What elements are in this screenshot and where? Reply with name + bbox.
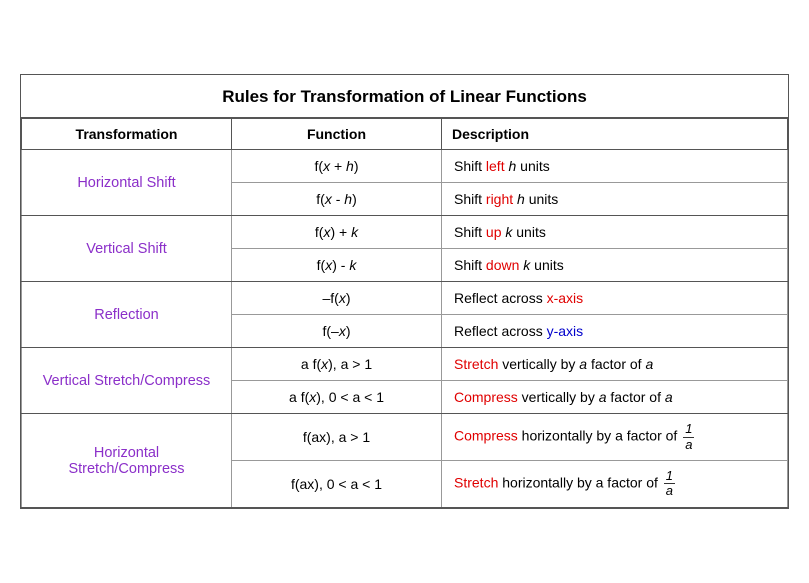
transform-group-label: Horizontal Stretch/Compress — [22, 414, 232, 507]
description-cell: Shift right h units — [442, 183, 788, 216]
table-title: Rules for Transformation of Linear Funct… — [21, 75, 788, 118]
table-row: Horizontal Stretch/Compressf(ax), a > 1C… — [22, 414, 788, 461]
transform-group-label: Reflection — [22, 282, 232, 348]
function-cell: a f(x), 0 < a < 1 — [232, 381, 442, 414]
function-cell: f(x) + k — [232, 216, 442, 249]
function-cell: a f(x), a > 1 — [232, 348, 442, 381]
description-cell: Compress vertically by a factor of a — [442, 381, 788, 414]
function-cell: f(x - h) — [232, 183, 442, 216]
function-cell: f(ax), a > 1 — [232, 414, 442, 461]
description-cell: Reflect across y-axis — [442, 315, 788, 348]
table-row: Horizontal Shiftf(x + h)Shift left h uni… — [22, 150, 788, 183]
header-description: Description — [442, 119, 788, 150]
function-cell: f(ax), 0 < a < 1 — [232, 461, 442, 508]
description-cell: Shift left h units — [442, 150, 788, 183]
description-cell: Shift down k units — [442, 249, 788, 282]
function-cell: –f(x) — [232, 282, 442, 315]
transformation-table: Rules for Transformation of Linear Funct… — [20, 74, 789, 508]
function-cell: f(–x) — [232, 315, 442, 348]
header-transformation: Transformation — [22, 119, 232, 150]
table-row: Vertical Shiftf(x) + kShift up k units — [22, 216, 788, 249]
transform-group-label: Horizontal Shift — [22, 150, 232, 216]
description-cell: Shift up k units — [442, 216, 788, 249]
description-cell: Stretch horizontally by a factor of 1a — [442, 461, 788, 508]
description-cell: Compress horizontally by a factor of 1a — [442, 414, 788, 461]
table-row: Vertical Stretch/Compressa f(x), a > 1St… — [22, 348, 788, 381]
function-cell: f(x) - k — [232, 249, 442, 282]
transform-group-label: Vertical Stretch/Compress — [22, 348, 232, 414]
header-function: Function — [232, 119, 442, 150]
function-cell: f(x + h) — [232, 150, 442, 183]
transform-group-label: Vertical Shift — [22, 216, 232, 282]
description-cell: Reflect across x-axis — [442, 282, 788, 315]
description-cell: Stretch vertically by a factor of a — [442, 348, 788, 381]
table-row: Reflection–f(x)Reflect across x-axis — [22, 282, 788, 315]
